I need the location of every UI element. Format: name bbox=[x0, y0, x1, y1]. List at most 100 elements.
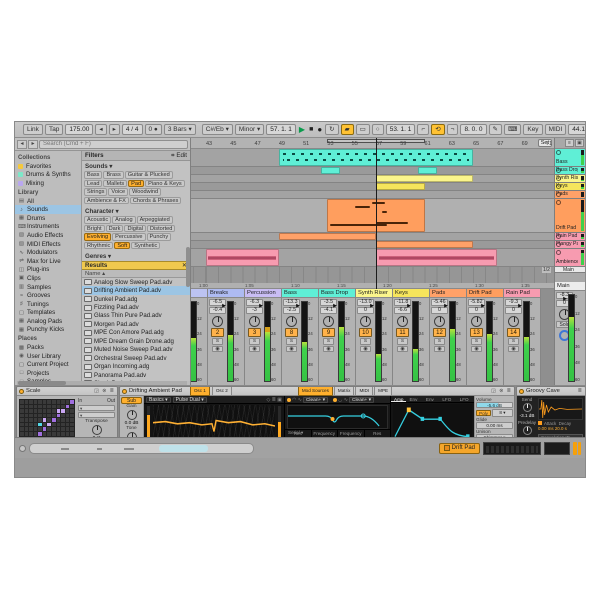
loop-switch[interactable]: ⟲ bbox=[431, 124, 444, 135]
zoom-half-chip[interactable]: 1/2 bbox=[542, 267, 551, 273]
scale-cell[interactable] bbox=[38, 418, 42, 422]
envelope-display[interactable] bbox=[393, 404, 472, 439]
velocity-display[interactable] bbox=[544, 442, 570, 455]
scale-cell[interactable] bbox=[66, 409, 70, 413]
sidebar-item-drums-synths[interactable]: Drums & Synths bbox=[15, 171, 81, 180]
mixer-track-name[interactable]: Synth Riser bbox=[356, 289, 392, 298]
scale-cell[interactable] bbox=[25, 409, 29, 413]
scale-cell[interactable] bbox=[43, 432, 47, 436]
result-item-mpe-dream-grain-drone-adg[interactable]: MPE Dream Grain Drone.adg bbox=[82, 337, 190, 345]
scale-cell[interactable] bbox=[66, 405, 70, 409]
character-tag-synthetic[interactable]: Synthetic bbox=[131, 242, 160, 250]
sidebar-item-grooves[interactable]: ≈Grooves bbox=[15, 291, 81, 300]
sound-tag-brass[interactable]: Brass bbox=[103, 171, 123, 179]
result-item-orchestral-sweep-pad-adv[interactable]: Orchestral Sweep Pad.adv bbox=[82, 354, 190, 362]
scale-cell[interactable] bbox=[52, 409, 56, 413]
scale-cell[interactable] bbox=[43, 400, 47, 404]
clip-synth-riser[interactable] bbox=[376, 175, 473, 182]
clip-bass-drop[interactable] bbox=[418, 167, 436, 174]
poly-voices-menu[interactable]: 8 ▾ bbox=[492, 409, 513, 417]
scale-cell[interactable] bbox=[52, 414, 56, 418]
result-item-glass-thin-pure-pad-adv[interactable]: Glass Thin Pure Pad.adv bbox=[82, 312, 190, 320]
scale-cell[interactable] bbox=[57, 405, 61, 409]
key-map-button[interactable]: Key bbox=[523, 124, 542, 135]
scale-cell[interactable] bbox=[20, 405, 24, 409]
punch-in-button[interactable]: ⌐ bbox=[417, 124, 429, 135]
io-toggle-button[interactable]: ▣ bbox=[575, 139, 584, 147]
character-tag-digital[interactable]: Digital bbox=[124, 225, 146, 233]
reverb-device-header[interactable]: Groovy Cave ≣ bbox=[517, 387, 585, 396]
browser-back-button[interactable]: ◂ bbox=[17, 140, 27, 149]
poly-mode-chip[interactable]: Poly bbox=[476, 410, 491, 416]
quantization-menu[interactable]: 3 Bars ▾ bbox=[164, 124, 196, 135]
scale-cell[interactable] bbox=[25, 423, 29, 427]
clip-bass-drop[interactable] bbox=[321, 167, 339, 174]
scale-cell[interactable] bbox=[66, 414, 70, 418]
midi-map-button[interactable]: MIDI bbox=[545, 124, 567, 135]
solo-button[interactable]: S bbox=[397, 338, 408, 345]
draw-mode-button[interactable]: ○ bbox=[372, 124, 384, 135]
tap-tempo-button[interactable]: Tap bbox=[45, 124, 63, 135]
scale-cell[interactable] bbox=[29, 414, 33, 418]
scale-cell[interactable] bbox=[57, 414, 61, 418]
metronome-button[interactable]: 0 ● bbox=[145, 124, 162, 135]
arm-button[interactable]: ◉ bbox=[434, 346, 445, 353]
mixer-track-name[interactable]: Bass bbox=[282, 289, 318, 298]
mixer-track-name[interactable]: Drift Pad bbox=[467, 289, 503, 298]
scale-cell[interactable] bbox=[20, 427, 24, 431]
sidebar-item-packs[interactable]: ▩Packs bbox=[15, 343, 81, 352]
scale-cell[interactable] bbox=[61, 423, 65, 427]
track-header-pads[interactable]: Pads bbox=[555, 191, 585, 199]
sound-tag-guitar-plucked[interactable]: Guitar & Plucked bbox=[125, 171, 173, 179]
arm-icon[interactable] bbox=[556, 200, 561, 205]
record-button[interactable]: ● bbox=[317, 125, 322, 134]
track-activator-button[interactable]: 10 bbox=[359, 328, 372, 337]
scale-cell[interactable] bbox=[29, 400, 33, 404]
sidebar-item-current-project[interactable]: ▢Current Project bbox=[15, 360, 81, 369]
scale-cell[interactable] bbox=[70, 418, 74, 422]
scale-cell[interactable] bbox=[70, 427, 74, 431]
mod-tab-matrix[interactable]: Matrix bbox=[334, 386, 355, 396]
scale-cell[interactable] bbox=[29, 405, 33, 409]
scale-cell[interactable] bbox=[34, 400, 38, 404]
mixer-track-name[interactable]: Keys bbox=[393, 289, 429, 298]
scale-cell[interactable] bbox=[34, 405, 38, 409]
scale-cell[interactable] bbox=[38, 427, 42, 431]
scale-cell[interactable] bbox=[57, 400, 61, 404]
lane-ambience[interactable] bbox=[189, 249, 554, 267]
scale-cell[interactable] bbox=[25, 400, 29, 404]
track-activator-button[interactable]: 9 bbox=[322, 328, 335, 337]
scale-root-menu[interactable]: C#/Eb ▾ bbox=[202, 124, 233, 135]
result-item-dunkel-pad-adg[interactable]: Dunkel Pad.adg bbox=[82, 295, 190, 303]
scale-cell[interactable] bbox=[34, 414, 38, 418]
search-input[interactable] bbox=[39, 140, 188, 149]
mod-tab-mpe[interactable]: MPE bbox=[374, 386, 392, 396]
scale-cell[interactable] bbox=[25, 405, 29, 409]
sounds-section-label[interactable]: Sounds ▾ bbox=[82, 161, 190, 171]
follow-button[interactable]: ✎ bbox=[489, 124, 502, 135]
sound-tag-mallets[interactable]: Mallets bbox=[103, 180, 127, 188]
sub-toggle[interactable]: Sub bbox=[121, 397, 142, 404]
env-subtab-env-2[interactable]: Env 2 bbox=[406, 396, 422, 402]
filter-response-display[interactable] bbox=[287, 405, 388, 429]
decay-value[interactable]: 20.0 s bbox=[555, 426, 567, 431]
scale-device-header[interactable]: Scale ◲ ⊗ ≣ bbox=[17, 387, 117, 396]
mod-tab-mod-sources[interactable]: Mod Sources bbox=[298, 386, 333, 396]
scale-cell[interactable] bbox=[47, 418, 51, 422]
sidebar-item-user-library[interactable]: ◉User Library bbox=[15, 352, 81, 361]
sound-tag-chords-phrases[interactable]: Chords & Phrases bbox=[130, 197, 181, 205]
device-header-icons[interactable]: ≣ bbox=[578, 387, 583, 395]
scale-cell[interactable] bbox=[25, 418, 29, 422]
sidebar-item-mixing[interactable]: Mixing bbox=[15, 179, 81, 188]
play-button[interactable]: ▶ bbox=[299, 125, 305, 134]
nudge-down-button[interactable]: ◂ bbox=[95, 124, 106, 135]
scale-cell[interactable] bbox=[47, 414, 51, 418]
filter2-mode-menu[interactable]: Clean+ ▾ bbox=[349, 397, 374, 403]
browser-forward-button[interactable]: ▸ bbox=[28, 140, 38, 149]
result-item-mpe-con-amore-pad-adg[interactable]: MPE Con Amore Pad.adg bbox=[82, 329, 190, 337]
stop-button[interactable]: ■ bbox=[309, 126, 313, 133]
scale-cell[interactable] bbox=[20, 432, 24, 436]
ir-display[interactable] bbox=[538, 398, 583, 420]
scale-cell[interactable] bbox=[34, 409, 38, 413]
scale-cell[interactable] bbox=[43, 405, 47, 409]
